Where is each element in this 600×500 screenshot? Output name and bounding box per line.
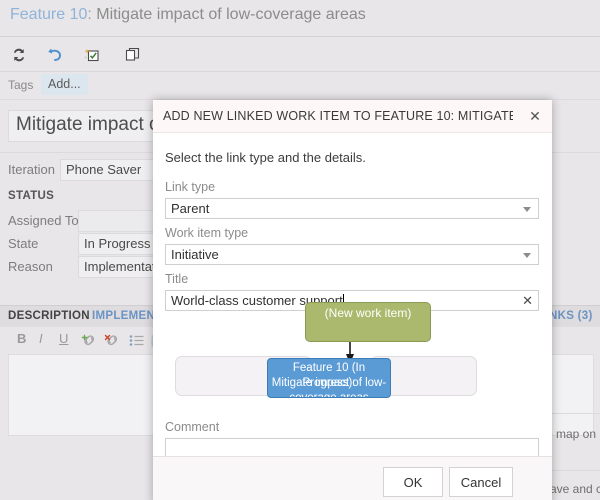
dialog-titlebar: ADD NEW LINKED WORK ITEM TO FEATURE 10: … [153, 100, 552, 133]
insert-link-icon[interactable] [78, 329, 100, 351]
comment-label: Comment [165, 420, 220, 434]
ok-button[interactable]: OK [383, 467, 443, 497]
refresh-icon[interactable] [8, 44, 30, 66]
tab-description[interactable]: DESCRIPTION [8, 310, 90, 322]
field-label-assigned-to: Assigned To [8, 213, 79, 228]
dialog-footer: OK Cancel [153, 456, 552, 500]
field-value-reason-text: Implementat [84, 259, 156, 274]
work-item-type-value: Initiative [171, 247, 219, 262]
add-linked-work-item-dialog: ADD NEW LINKED WORK ITEM TO FEATURE 10: … [153, 100, 552, 500]
field-value-iteration[interactable]: Phone Saver [60, 159, 167, 181]
field-label-iteration: Iteration [8, 162, 55, 177]
close-icon[interactable]: ✕ [526, 107, 544, 125]
page-title-separator: : [87, 6, 92, 23]
tab-implementation[interactable]: IMPLEMEN [92, 310, 155, 322]
app-window: Feature 10: Mitigate impact of low-cover… [0, 0, 600, 500]
right-note-map: e map on [546, 427, 597, 441]
workitem-header: Feature 10: Mitigate impact of low-cover… [0, 0, 600, 37]
current-node-line-2: Mitigate impact of low- [271, 377, 387, 389]
dialog-title: ADD NEW LINKED WORK ITEM TO FEATURE 10: … [163, 109, 513, 123]
undo-icon[interactable] [44, 44, 66, 66]
bold-button[interactable]: B [17, 331, 26, 346]
workitem-title-value: Mitigate impact o [16, 114, 160, 135]
new-work-item-node: (New work item) [305, 302, 431, 342]
cancel-button[interactable]: Cancel [449, 467, 513, 497]
bulleted-list-icon[interactable] [126, 329, 148, 351]
field-label-state: State [8, 236, 39, 251]
field-value-state-text: In Progress [84, 236, 151, 251]
tab-links[interactable]: NKS (3) [549, 310, 593, 322]
field-label-reason: Reason [8, 259, 53, 274]
current-work-item-node: Feature 10 (In Progress): Mitigate impac… [267, 358, 391, 398]
link-type-label: Link type [165, 180, 216, 194]
page-title-id: Feature 10 [10, 6, 88, 23]
chevron-down-icon-2 [523, 253, 531, 258]
new-work-item-node-label: (New work item) [324, 306, 412, 320]
link-type-value: Parent [171, 201, 210, 216]
tags-row: Tags Add... [0, 72, 600, 100]
link-type-select[interactable]: Parent [165, 198, 539, 219]
new-linked-item-icon[interactable] [82, 44, 104, 66]
current-node-line-3: coverage areas [289, 392, 369, 398]
work-item-type-label: Work item type [165, 226, 249, 240]
copy-icon[interactable] [122, 44, 144, 66]
italic-button[interactable]: I [39, 331, 43, 346]
work-item-type-select[interactable]: Initiative [165, 244, 539, 265]
remove-link-icon[interactable] [101, 329, 123, 351]
workitem-toolbar [0, 37, 600, 72]
status-section-header: STATUS [8, 190, 55, 202]
field-value-iteration-text: Phone Saver [66, 162, 142, 177]
link-preview-graph: (New work item) Feature 10 (In Progress)… [165, 298, 539, 408]
tags-label: Tags [8, 78, 34, 92]
page-title-name: Mitigate impact of low-coverage areas [96, 6, 366, 23]
page-title: Feature 10: Mitigate impact of low-cover… [10, 6, 366, 24]
right-note-save: ave and c [550, 482, 600, 496]
dialog-subtitle: Select the link type and the details. [165, 150, 366, 165]
add-tag-button[interactable]: Add... [41, 74, 88, 95]
title-label: Title [165, 272, 189, 286]
underline-button[interactable]: U [59, 331, 68, 346]
chevron-down-icon [523, 207, 531, 212]
